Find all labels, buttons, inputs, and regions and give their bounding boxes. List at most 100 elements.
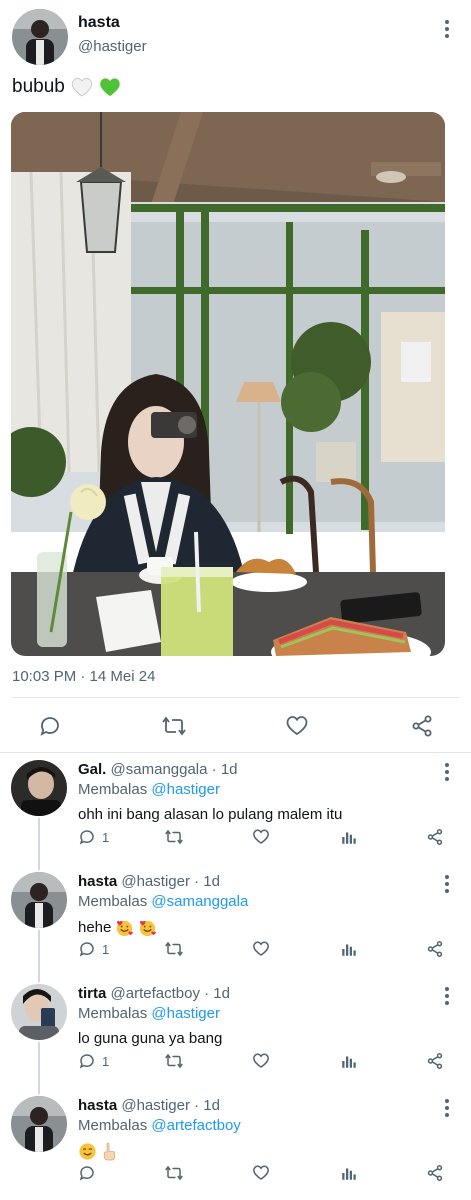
reply-icon bbox=[79, 830, 94, 845]
avatar[interactable] bbox=[11, 984, 67, 1040]
retweet-icon bbox=[165, 1053, 183, 1069]
tweet-actions bbox=[0, 706, 471, 744]
avatar[interactable] bbox=[11, 760, 67, 816]
reply-text bbox=[78, 1142, 117, 1161]
reply-button[interactable]: 1 bbox=[78, 940, 109, 958]
like-button[interactable] bbox=[252, 1164, 270, 1182]
tweet-photo[interactable] bbox=[11, 112, 445, 656]
avatar[interactable] bbox=[12, 9, 68, 65]
reply-time: · 1d bbox=[194, 873, 220, 890]
replying-label: Membalas bbox=[78, 893, 148, 910]
reply-icon bbox=[79, 1054, 94, 1069]
reply-tweet[interactable]: tirta @artefactboy · 1d Membalas @hastig… bbox=[0, 978, 471, 1094]
avatar[interactable] bbox=[11, 1096, 67, 1152]
share-button[interactable] bbox=[426, 1164, 444, 1182]
views-icon bbox=[342, 944, 356, 956]
reply-author-name[interactable]: hasta bbox=[78, 873, 117, 890]
tweet-text-content: bubub bbox=[12, 76, 65, 97]
smiling-face-icon bbox=[79, 1143, 96, 1160]
share-icon bbox=[427, 941, 443, 957]
hand-pointing-up-icon bbox=[103, 1142, 116, 1161]
share-icon bbox=[427, 1165, 443, 1181]
like-button[interactable] bbox=[285, 714, 309, 738]
heart-icon bbox=[253, 941, 269, 956]
divider bbox=[12, 697, 459, 698]
reply-author-name[interactable]: Gal. bbox=[78, 761, 106, 778]
reply-button[interactable]: 1 bbox=[78, 828, 109, 846]
reply-count: 1 bbox=[102, 1053, 110, 1069]
like-button[interactable] bbox=[252, 1052, 270, 1070]
replying-to-link[interactable]: @hastiger bbox=[151, 781, 220, 798]
more-icon[interactable] bbox=[444, 763, 450, 781]
heart-icon bbox=[253, 829, 269, 844]
share-button[interactable] bbox=[410, 714, 434, 738]
replying-to: Membalas @artefactboy bbox=[78, 1117, 241, 1134]
retweet-button[interactable] bbox=[164, 1164, 184, 1182]
green-heart-icon bbox=[100, 78, 120, 97]
retweet-button[interactable] bbox=[164, 828, 184, 846]
share-icon bbox=[427, 829, 443, 845]
retweet-icon bbox=[165, 829, 183, 845]
views-button[interactable] bbox=[340, 1052, 358, 1070]
reply-tweet[interactable]: hasta @hastiger · 1d Membalas @samanggal… bbox=[0, 866, 471, 982]
reply-icon bbox=[79, 942, 94, 957]
reply-time: · 1d bbox=[211, 761, 238, 778]
replying-label: Membalas bbox=[78, 781, 148, 798]
share-icon bbox=[427, 1053, 443, 1069]
replying-label: Membalas bbox=[78, 1117, 148, 1134]
share-button[interactable] bbox=[426, 1052, 444, 1070]
tweet-timestamp[interactable]: 10:03 PM · 14 Mei 24 bbox=[12, 668, 155, 685]
heart-icon bbox=[286, 716, 308, 736]
reply-tweet[interactable]: hasta @hastiger · 1d Membalas @artefactb… bbox=[0, 1090, 471, 1200]
reply-author-name[interactable]: tirta bbox=[78, 985, 106, 1002]
share-button[interactable] bbox=[426, 828, 444, 846]
views-button[interactable] bbox=[340, 940, 358, 958]
more-icon[interactable] bbox=[444, 875, 450, 893]
reply-button[interactable] bbox=[78, 1164, 102, 1182]
author-name[interactable]: hasta bbox=[78, 14, 120, 32]
like-button[interactable] bbox=[252, 940, 270, 958]
reply-author-name[interactable]: hasta bbox=[78, 1097, 117, 1114]
reply-author-handle[interactable]: @hastiger bbox=[121, 873, 190, 890]
reply-count: 1 bbox=[102, 829, 110, 845]
replying-to: Membalas @hastiger bbox=[78, 781, 220, 798]
views-icon bbox=[342, 1056, 356, 1068]
reply-text: lo guna guna ya bang bbox=[78, 1030, 223, 1047]
smiling-face-with-hearts-icon bbox=[117, 920, 134, 937]
reply-time: · 1d bbox=[204, 985, 230, 1002]
views-icon bbox=[342, 832, 356, 844]
replying-to-link[interactable]: @artefactboy bbox=[151, 1117, 240, 1134]
replying-to: Membalas @hastiger bbox=[78, 1005, 220, 1022]
reply-header: tirta @artefactboy · 1d bbox=[78, 985, 230, 1002]
reply-text: ohh ini bang alasan lo pulang malem itu bbox=[78, 806, 343, 823]
reply-button[interactable] bbox=[38, 714, 62, 738]
heart-icon bbox=[253, 1053, 269, 1068]
smiling-face-with-hearts-icon bbox=[140, 920, 157, 937]
reply-author-handle[interactable]: @samanggala bbox=[111, 761, 208, 778]
more-icon[interactable] bbox=[444, 987, 450, 1005]
reply-header: hasta @hastiger · 1d bbox=[78, 873, 220, 890]
more-icon[interactable] bbox=[444, 1099, 450, 1117]
retweet-button[interactable] bbox=[164, 1052, 184, 1070]
retweet-button[interactable] bbox=[164, 940, 184, 958]
retweet-button[interactable] bbox=[161, 714, 187, 738]
reply-author-handle[interactable]: @hastiger bbox=[121, 1097, 190, 1114]
heart-icon bbox=[253, 1165, 269, 1180]
reply-header: hasta @hastiger · 1d bbox=[78, 1097, 220, 1114]
views-button[interactable] bbox=[340, 1164, 358, 1182]
reply-author-handle[interactable]: @artefactboy bbox=[111, 985, 200, 1002]
more-icon[interactable] bbox=[444, 20, 450, 38]
like-button[interactable] bbox=[252, 828, 270, 846]
reply-count: 1 bbox=[102, 941, 110, 957]
reply-button[interactable]: 1 bbox=[78, 1052, 109, 1070]
white-heart-icon bbox=[71, 77, 93, 97]
retweet-icon bbox=[162, 716, 186, 736]
replying-to-link[interactable]: @samanggala bbox=[151, 893, 248, 910]
share-button[interactable] bbox=[426, 940, 444, 958]
retweet-icon bbox=[165, 1165, 183, 1181]
replying-to-link[interactable]: @hastiger bbox=[151, 1005, 220, 1022]
avatar[interactable] bbox=[11, 872, 67, 928]
author-handle[interactable]: @hastiger bbox=[78, 38, 147, 55]
reply-tweet[interactable]: Gal. @samanggala · 1d Membalas @hastiger… bbox=[0, 754, 471, 870]
views-button[interactable] bbox=[340, 828, 358, 846]
